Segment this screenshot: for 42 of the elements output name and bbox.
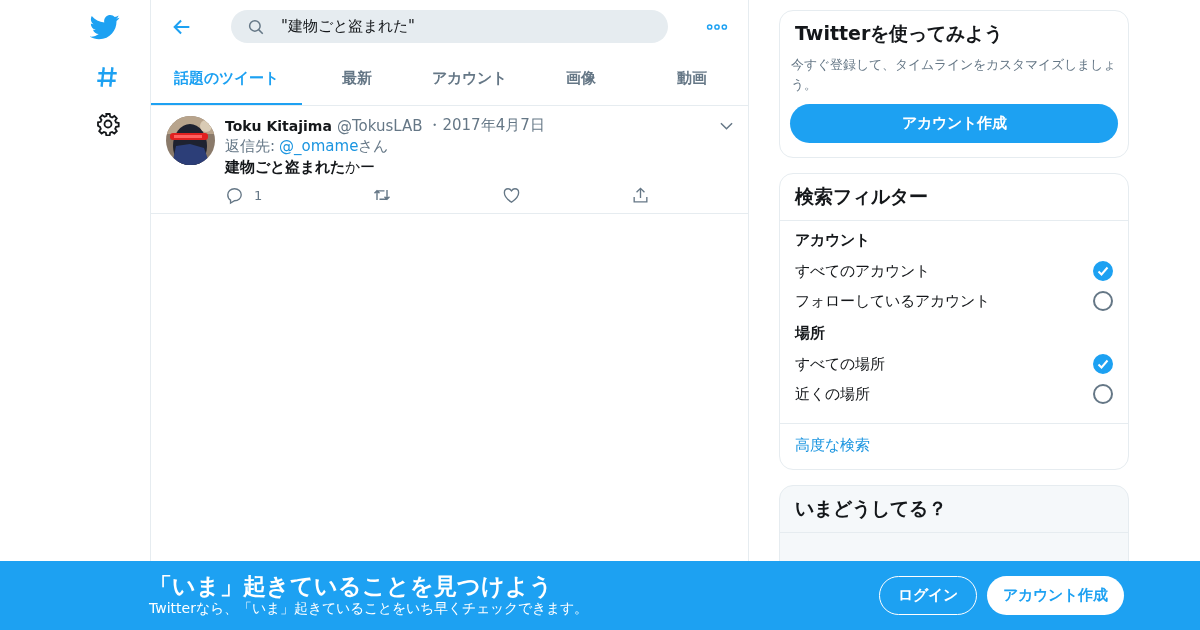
chevron-down-icon[interactable]: [720, 121, 733, 130]
tweet-date[interactable]: ・2017年4月7日: [427, 116, 545, 135]
mention-link[interactable]: @_omame: [279, 137, 359, 156]
tab[interactable]: 話題のツイート: [151, 53, 302, 105]
filter-heading: 場所: [795, 323, 826, 344]
card-text: 今すぐ登録して、タイムラインをカスタマイズしましょう。: [790, 56, 1117, 94]
settings-icon[interactable]: [96, 112, 120, 136]
tweet-text: 建物ごと盗まれたかー: [225, 158, 376, 177]
signup-button[interactable]: アカウント作成: [790, 104, 1118, 143]
card-title: 検索フィルター: [780, 174, 1128, 221]
tab[interactable]: 動画: [636, 53, 748, 105]
reply-count: 1: [254, 187, 263, 203]
author-name[interactable]: Toku Kitajima: [225, 117, 332, 134]
share-icon[interactable]: [631, 185, 650, 205]
more-icon[interactable]: [706, 21, 728, 32]
author-handle: @TokusLAB: [336, 116, 423, 135]
search-field[interactable]: "建物ごと盗まれた": [231, 10, 668, 43]
advanced-search-link[interactable]: 高度な検索: [795, 436, 870, 454]
reply-label: 返信先:: [225, 137, 276, 156]
filter-option[interactable]: フォローしているアカウント: [795, 291, 990, 311]
reply-suffix: さん: [358, 137, 389, 156]
radio-button[interactable]: [1093, 384, 1113, 404]
radio-button[interactable]: [1093, 291, 1113, 311]
banner-subtitle: Twitterなら、「いま」起きていることをいち早くチェックできます。: [149, 600, 589, 619]
tab[interactable]: 最新: [301, 53, 414, 105]
filter-heading: アカウント: [795, 230, 871, 251]
tab[interactable]: アカウント: [413, 53, 525, 105]
tab[interactable]: 画像: [524, 53, 637, 105]
radio-button[interactable]: [1093, 354, 1113, 374]
signup-button[interactable]: アカウント作成: [987, 576, 1124, 615]
card-title: Twitterを使ってみよう: [794, 21, 1005, 46]
banner-title: 「いま」起きていることを見つけよう: [149, 572, 554, 601]
filter-option[interactable]: 近くの場所: [795, 384, 870, 404]
heart-icon[interactable]: [502, 185, 522, 205]
filter-option[interactable]: すべてのアカウント: [795, 261, 930, 281]
card-title: いまどうしてる？: [780, 486, 1128, 533]
filter-option[interactable]: すべての場所: [795, 354, 885, 374]
radio-button[interactable]: [1093, 261, 1113, 281]
hashtag-icon[interactable]: [94, 64, 120, 90]
bird-logo-icon[interactable]: [90, 12, 120, 42]
reply-icon[interactable]: [225, 185, 244, 205]
search-icon: [247, 18, 265, 36]
